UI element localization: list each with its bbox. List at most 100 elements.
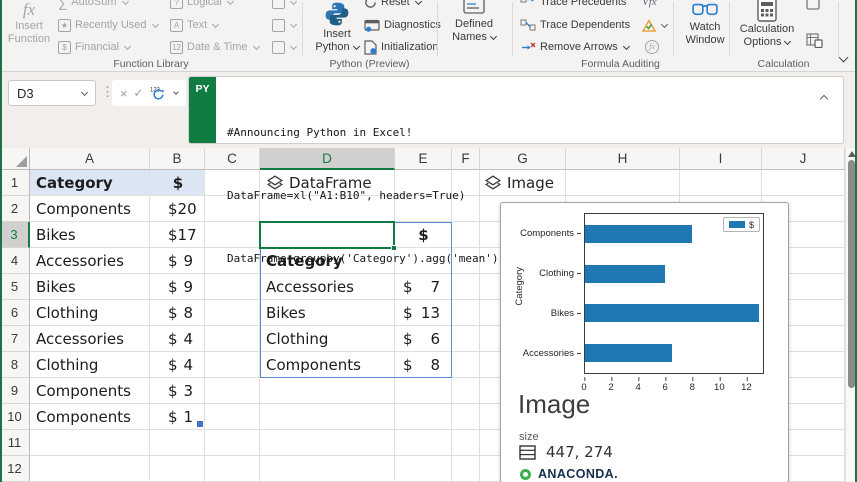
row-header-6[interactable]: 6: [0, 300, 30, 326]
row-header-8[interactable]: 8: [0, 352, 30, 378]
error-checking-button[interactable]: [642, 15, 667, 35]
cell-A1[interactable]: Category: [31, 170, 149, 196]
lookup-reference-button[interactable]: [272, 0, 296, 12]
financial-button[interactable]: $ Financial: [58, 37, 130, 57]
chevron-down-icon[interactable]: [173, 89, 179, 95]
remove-arrows-button[interactable]: Remove Arrows: [520, 37, 629, 57]
cell-B9[interactable]: $3: [151, 378, 205, 404]
cell-A7[interactable]: Accessories: [31, 326, 149, 352]
autosum-button[interactable]: ∑ AutoSum: [58, 0, 128, 12]
code-line: DataFrame=xl("A1:B10", headers=True): [227, 185, 813, 206]
cell-A2[interactable]: Components: [31, 196, 149, 222]
date-time-button[interactable]: 12 Date & Time: [170, 37, 259, 57]
row-header-10[interactable]: 10: [0, 404, 30, 430]
function-library-group-label: Function Library: [0, 58, 302, 70]
calculator-icon: [757, 0, 777, 22]
initialization-button[interactable]: Initialization: [364, 37, 438, 57]
watch-window-button[interactable]: Watch Window: [678, 0, 732, 58]
ribbon-collapse-chevron[interactable]: [838, 48, 852, 62]
row-header-2[interactable]: 2: [0, 196, 30, 222]
chevron-down-icon: [290, 20, 297, 27]
math-trig-button[interactable]: [272, 15, 296, 35]
name-box[interactable]: D3: [8, 80, 96, 106]
error-checking-icon: [642, 19, 656, 32]
defined-names-icon: [463, 0, 485, 16]
enter-icon[interactable]: ✓: [133, 86, 143, 100]
financial-icon: $: [58, 41, 71, 54]
row-header-7[interactable]: 7: [0, 326, 30, 352]
cell-E8[interactable]: $8: [396, 352, 451, 378]
cancel-icon[interactable]: ×: [120, 86, 128, 101]
insert-function-button[interactable]: fx Insert Function: [6, 0, 52, 58]
logical-button[interactable]: ? Logical: [170, 0, 233, 12]
group-divider: [437, 2, 438, 56]
insert-python-button[interactable]: Insert Python: [312, 0, 362, 58]
cell-A6[interactable]: Clothing: [31, 300, 149, 326]
formula-input[interactable]: PY #Announcing Python in Excel! DataFram…: [188, 76, 844, 144]
chevron-down-icon: [415, 0, 422, 5]
cell-A9[interactable]: Components: [31, 378, 149, 404]
trace-precedents-button[interactable]: Trace Precedents: [520, 0, 626, 12]
cell-A4[interactable]: Accessories: [31, 248, 149, 274]
row-header-9[interactable]: 9: [0, 378, 30, 404]
cell-B1[interactable]: $: [151, 170, 205, 196]
formula-bar: D3 ⋮ × ✓ 123 PY #Announcing Python in Ex…: [0, 72, 857, 148]
recently-used-button[interactable]: ★ Recently Used: [58, 15, 158, 35]
chevron-down-icon: [212, 20, 219, 27]
group-divider: [673, 2, 674, 56]
cell-A8[interactable]: Clothing: [31, 352, 149, 378]
cell-B6[interactable]: $8: [151, 300, 205, 326]
column-header-A[interactable]: A: [30, 148, 150, 170]
trace-precedents-icon: [520, 0, 536, 8]
diagnostics-button[interactable]: Diagnostics: [364, 15, 441, 35]
show-formulas-button[interactable]: Vfx: [642, 0, 657, 12]
row-header-1[interactable]: 1: [0, 170, 30, 196]
cell-A10[interactable]: Components: [31, 404, 149, 430]
cell-D7[interactable]: Clothing: [261, 326, 394, 352]
text-button[interactable]: A Text: [170, 15, 218, 35]
cell-B4[interactable]: $9: [151, 248, 205, 274]
cell-E7[interactable]: $6: [396, 326, 451, 352]
row-header-11[interactable]: 11: [0, 430, 30, 456]
row-header-3[interactable]: 3: [0, 222, 30, 248]
chevron-down-icon: [290, 42, 297, 49]
cell-A5[interactable]: Bikes: [31, 274, 149, 300]
chart-x-axis-ticks: 0 2 4 6 8 10 12: [584, 378, 764, 390]
chevron-down-icon: [124, 42, 131, 49]
more-functions-button[interactable]: [272, 37, 296, 57]
cell-B7[interactable]: $4: [151, 326, 205, 352]
row-header-5[interactable]: 5: [0, 274, 30, 300]
insert-function-icon: fx: [6, 0, 52, 20]
formula-bar-collapse-chevron[interactable]: [819, 89, 831, 99]
cell-B5[interactable]: $9: [151, 274, 205, 300]
currency-symbol: $: [168, 304, 178, 322]
calculate-sheet-button[interactable]: [806, 30, 823, 50]
chevron-down-icon: [290, 0, 297, 5]
defined-names-button[interactable]: Defined Names: [443, 0, 505, 58]
date-time-icon: 12: [170, 41, 183, 54]
calculate-now-icon: [806, 0, 820, 10]
chevron-down-icon: [353, 43, 360, 50]
reset-button[interactable]: Reset: [364, 0, 421, 12]
insert-function-123-icon[interactable]: 123: [149, 85, 166, 101]
watch-window-icon: [692, 1, 718, 19]
cell-B2[interactable]: $20: [151, 196, 205, 222]
cell-A3[interactable]: Bikes: [31, 222, 149, 248]
row-header-12[interactable]: 12: [0, 456, 30, 482]
trace-dependents-button[interactable]: Trace Dependents: [520, 15, 630, 35]
ribbon: fx Insert Function ∑ AutoSum ★ Recently …: [0, 0, 857, 72]
anaconda-logo-icon: [520, 469, 531, 480]
referenced-range-corner-handle[interactable]: [197, 421, 203, 427]
cell-D8[interactable]: Components: [261, 352, 394, 378]
cell-B8[interactable]: $4: [151, 352, 205, 378]
select-all-corner[interactable]: [0, 148, 30, 170]
calculate-now-button[interactable]: [806, 0, 820, 12]
calculation-options-button[interactable]: Calculation Options: [736, 0, 798, 58]
evaluate-formula-button[interactable]: fx: [645, 37, 659, 57]
row-header-4[interactable]: 4: [0, 248, 30, 274]
column-header-B[interactable]: B: [150, 148, 205, 170]
cell-reference: D3: [17, 86, 34, 101]
cell-B3[interactable]: $17: [151, 222, 205, 248]
formula-code[interactable]: #Announcing Python in Excel! DataFrame=x…: [227, 80, 813, 311]
scrollbar-thumb[interactable]: [848, 160, 855, 388]
